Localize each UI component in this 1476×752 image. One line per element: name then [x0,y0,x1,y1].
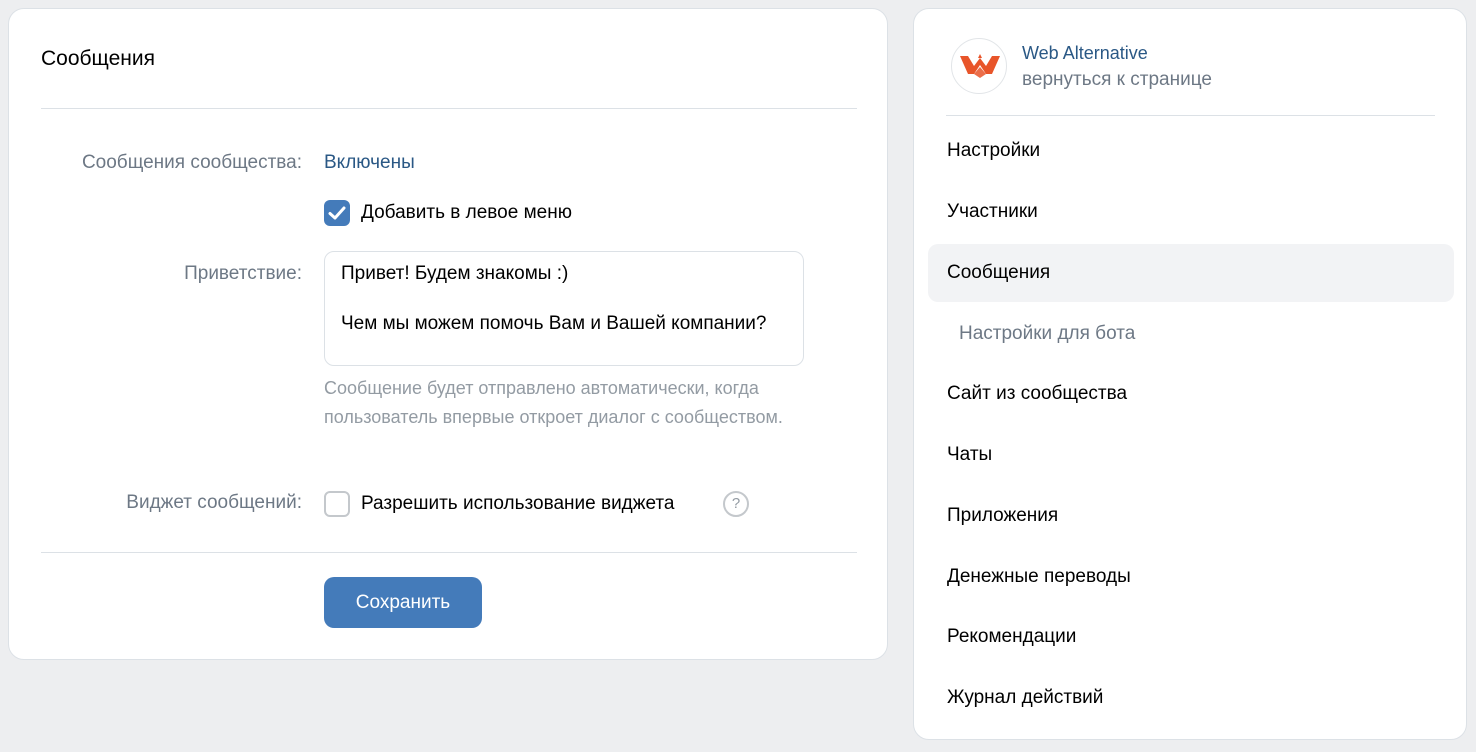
sidebar-item-bot-settings[interactable]: Настройки для бота [928,305,1454,363]
messages-settings-card: Сообщения Сообщения сообщества: Включены… [8,8,888,660]
title-divider [41,108,857,109]
sidebar-item-apps[interactable]: Приложения [928,487,1454,545]
greeting-label: Приветствие: [184,263,302,284]
greeting-textarea[interactable]: Привет! Будем знакомы :) Чем мы можем по… [324,251,804,366]
page-title: Сообщения [41,47,155,70]
add-to-left-menu-checkbox[interactable] [324,200,350,226]
group-avatar[interactable] [951,38,1007,94]
sidebar-item-members[interactable]: Участники [928,183,1454,241]
sidebar-item-money-transfers[interactable]: Денежные переводы [928,548,1454,606]
footer-divider [41,552,857,553]
sidebar-item-settings[interactable]: Настройки [928,122,1454,180]
sidebar-item-chats[interactable]: Чаты [928,426,1454,484]
community-messages-status-link[interactable]: Включены [324,152,415,174]
community-messages-label: Сообщения сообщества: [81,152,302,173]
allow-widget-checkbox[interactable] [324,491,350,517]
group-name-link[interactable]: Web Alternative [1022,43,1148,64]
sidebar-item-recommendations[interactable]: Рекомендации [928,608,1454,666]
question-circle-icon[interactable]: ? [723,491,749,517]
web-alternative-logo-icon [960,54,1000,78]
add-to-left-menu-label[interactable]: Добавить в левое меню [361,202,572,224]
sidebar-item-action-log[interactable]: Журнал действий [928,669,1454,727]
settings-sidebar: Web Alternative вернуться к странице Нас… [913,8,1467,740]
check-icon [328,206,346,220]
messages-widget-label: Виджет сообщений: [126,492,302,513]
sidebar-item-messages[interactable]: Сообщения [928,244,1454,302]
back-to-page-link[interactable]: вернуться к странице [1022,69,1212,91]
greeting-hint: Сообщение будет отправлено автоматически… [324,378,783,427]
allow-widget-label[interactable]: Разрешить использование виджета [361,493,674,515]
sidebar-divider [946,115,1435,116]
sidebar-item-community-site[interactable]: Сайт из сообщества [928,365,1454,423]
save-button[interactable]: Сохранить [324,577,482,628]
